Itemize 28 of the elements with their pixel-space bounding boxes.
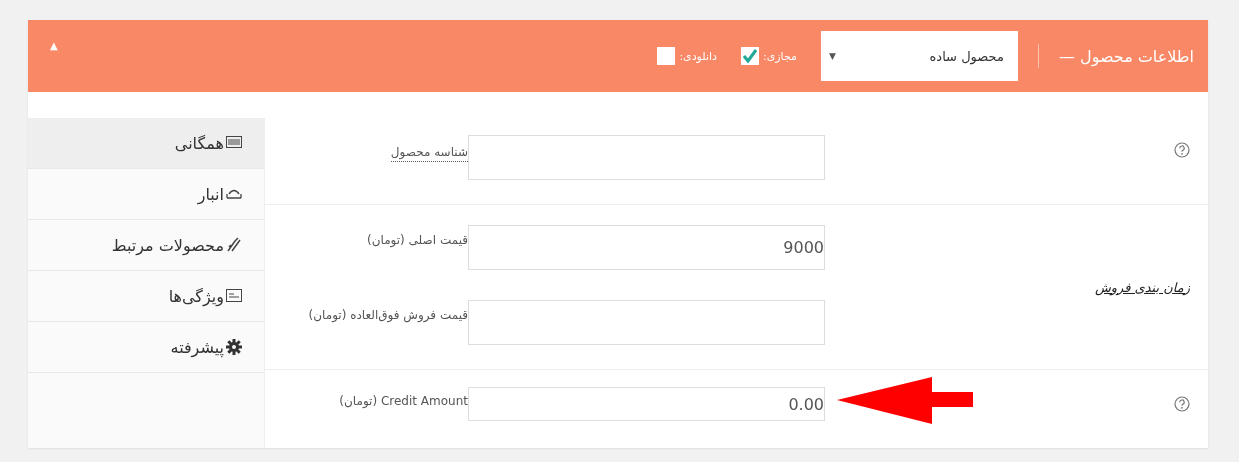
checkbox[interactable] (740, 47, 759, 65)
option-label: مجازی: (762, 49, 797, 63)
caret-icon: ▼ (828, 51, 836, 61)
checkbox[interactable] (657, 47, 676, 65)
field-label: قیمت اصلی (تومان) (367, 232, 468, 247)
sidebar-tab[interactable]: محصولات مرتبط (28, 220, 264, 271)
panel-title: اطلاعات محصول — (1058, 46, 1194, 66)
help-icon (1174, 142, 1190, 158)
input-field[interactable] (468, 135, 825, 180)
gear-icon (226, 339, 242, 355)
link-icon (226, 237, 242, 253)
field-label: قیمت فروش فوق‌العاده (تومان) (308, 307, 468, 322)
sale-schedule-link[interactable]: زمان بندی فروش (1094, 279, 1190, 295)
card-icon (226, 288, 242, 304)
help-icon (1174, 396, 1190, 412)
field-label: Credit Amount (تومان) (339, 393, 468, 408)
field-label: شناسه محصول (390, 141, 468, 162)
input-field[interactable] (468, 300, 825, 345)
barcode-icon (226, 135, 242, 151)
product-type-select[interactable]: محصول ساده ▼ (820, 31, 1018, 81)
sidebar-tab[interactable]: ویژگی‌ها (28, 271, 264, 322)
sidebar-tab[interactable]: پیشرفته (28, 322, 264, 373)
sidebar-tab[interactable]: انبار (28, 169, 264, 220)
option-label: دانلودی: (679, 49, 717, 63)
input-field[interactable]: 9000 (468, 225, 825, 270)
check-icon (740, 47, 759, 65)
sidebar-tab[interactable]: همگانی (28, 118, 264, 169)
input-field[interactable]: 0.00 (468, 387, 825, 421)
